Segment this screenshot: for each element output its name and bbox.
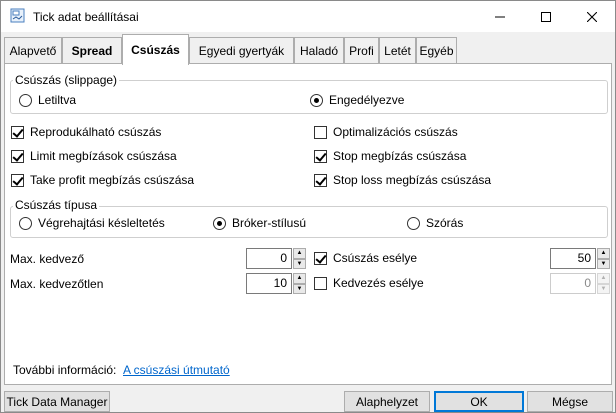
checkbox-slippage-chance-label: Csúszás esélye — [333, 251, 418, 265]
radio-disabled-label: Letiltva — [38, 93, 77, 107]
reset-button[interactable]: Alaphelyzet — [344, 391, 430, 412]
close-button[interactable] — [569, 1, 615, 32]
settings-app-icon — [10, 8, 26, 24]
spin-down-icon: ▼ — [597, 283, 610, 294]
max-unfavorable-input[interactable]: 10 — [246, 273, 292, 294]
ok-button[interactable]: OK — [434, 391, 524, 412]
radio-enabled-circle[interactable] — [310, 93, 323, 107]
settings-window: Tick adat beállításai Alapvető Spread Cs… — [0, 0, 616, 413]
tab-custom-candles[interactable]: Egyedi gyertyák — [189, 37, 294, 64]
spin-down-icon[interactable]: ▼ — [293, 283, 306, 294]
spin-down-icon[interactable]: ▼ — [597, 258, 610, 269]
radio-broker-style[interactable]: Bróker-stílusú — [213, 216, 306, 230]
radio-enabled[interactable]: Engedélyezve — [310, 93, 404, 107]
radio-execution-delay[interactable]: Végrehajtási késleltetés — [19, 216, 165, 230]
checkbox-optimization-box[interactable] — [314, 125, 327, 139]
tab-advanced[interactable]: Haladó — [294, 37, 344, 64]
checkbox-take-profit-label: Take profit megbízás csúszása — [30, 173, 195, 187]
checkbox-stop-order-label: Stop megbízás csúszása — [333, 149, 467, 163]
minimize-icon — [495, 12, 505, 22]
max-favorable-stepper[interactable]: 0 ▲ ▼ — [246, 248, 306, 269]
checkbox-optimization[interactable]: Optimalizációs csúszás — [314, 125, 458, 139]
checkbox-reproducible-box[interactable] — [11, 125, 24, 139]
maximize-icon — [541, 11, 551, 22]
slippage-chance-input[interactable]: 50 — [550, 248, 596, 269]
max-favorable-label: Max. kedvező — [10, 252, 85, 266]
slippage-group-title: Csúszás (slippage) — [13, 73, 120, 87]
max-unfavorable-arrows[interactable]: ▲ ▼ — [293, 273, 306, 294]
more-info-label: További információ: — [13, 363, 117, 377]
checkbox-limit-orders-label: Limit megbízások csúszása — [30, 149, 177, 163]
minimize-button[interactable] — [477, 1, 523, 32]
tab-spread[interactable]: Spread — [62, 37, 122, 64]
spin-up-icon[interactable]: ▲ — [597, 248, 610, 259]
spin-up-icon: ▲ — [597, 273, 610, 284]
max-unfavorable-stepper[interactable]: 10 ▲ ▼ — [246, 273, 306, 294]
tab-basic[interactable]: Alapvető — [4, 37, 62, 64]
checkbox-slippage-chance[interactable]: Csúszás esélye — [314, 251, 417, 265]
radio-disabled-circle[interactable] — [19, 93, 32, 107]
checkbox-limit-orders-box[interactable] — [11, 149, 24, 163]
checkbox-limit-orders[interactable]: Limit megbízások csúszása — [11, 149, 177, 163]
title-bar: Tick adat beállításai — [1, 1, 615, 32]
tab-other[interactable]: Egyéb — [416, 37, 457, 64]
radio-deviation[interactable]: Szórás — [407, 216, 463, 230]
radio-broker-style-label: Bróker-stílusú — [232, 216, 307, 230]
tab-slippage[interactable]: Csúszás — [122, 34, 189, 65]
checkbox-favorable-chance[interactable]: Kedvezés esélye — [314, 276, 424, 290]
radio-execution-delay-circle[interactable] — [19, 216, 32, 230]
radio-execution-delay-label: Végrehajtási késleltetés — [38, 216, 165, 230]
checkbox-stop-order[interactable]: Stop megbízás csúszása — [314, 149, 466, 163]
favorable-chance-arrows: ▲ ▼ — [597, 273, 610, 294]
slippage-panel: Csúszás (slippage) Letiltva Engedélyezve… — [4, 63, 612, 385]
checkbox-take-profit[interactable]: Take profit megbízás csúszása — [11, 173, 194, 187]
window-title: Tick adat beállításai — [33, 10, 139, 24]
spin-up-icon[interactable]: ▲ — [293, 248, 306, 259]
tick-data-manager-button[interactable]: Tick Data Manager — [4, 391, 110, 412]
checkbox-take-profit-box[interactable] — [11, 173, 24, 187]
checkbox-optimization-label: Optimalizációs csúszás — [333, 125, 458, 139]
radio-enabled-label: Engedélyezve — [329, 93, 405, 107]
max-favorable-input[interactable]: 0 — [246, 248, 292, 269]
slippage-chance-stepper[interactable]: 50 ▲ ▼ — [550, 248, 610, 269]
maximize-button[interactable] — [523, 1, 569, 32]
favorable-chance-stepper: 0 ▲ ▼ — [550, 273, 610, 294]
checkbox-stop-loss[interactable]: Stop loss megbízás csúszása — [314, 173, 491, 187]
spin-up-icon[interactable]: ▲ — [293, 273, 306, 284]
checkbox-favorable-chance-box[interactable] — [314, 276, 327, 290]
radio-broker-style-circle[interactable] — [213, 216, 226, 230]
tab-strip: Alapvető Spread Csúszás Egyedi gyertyák … — [4, 34, 612, 65]
slippage-chance-arrows[interactable]: ▲ ▼ — [597, 248, 610, 269]
checkbox-stop-order-box[interactable] — [314, 149, 327, 163]
slippage-type-group-title: Csúszás típusa — [13, 198, 100, 212]
radio-disabled[interactable]: Letiltva — [19, 93, 76, 107]
checkbox-reproducible-label: Reprodukálható csúszás — [30, 125, 162, 139]
checkbox-stop-loss-box[interactable] — [314, 173, 327, 187]
checkbox-slippage-chance-box[interactable] — [314, 251, 327, 265]
slippage-guide-link[interactable]: A csúszási útmutató — [123, 363, 230, 377]
radio-deviation-label: Szórás — [426, 216, 464, 230]
checkbox-reproducible[interactable]: Reprodukálható csúszás — [11, 125, 161, 139]
max-favorable-arrows[interactable]: ▲ ▼ — [293, 248, 306, 269]
checkbox-stop-loss-label: Stop loss megbízás csúszása — [333, 173, 492, 187]
close-icon — [587, 11, 597, 22]
tab-margin[interactable]: Letét — [379, 37, 416, 64]
tab-pro[interactable]: Profi — [344, 37, 379, 64]
cancel-button[interactable]: Mégse — [527, 391, 613, 412]
max-unfavorable-label: Max. kedvezőtlen — [10, 277, 104, 291]
radio-deviation-circle[interactable] — [407, 216, 420, 230]
favorable-chance-input: 0 — [550, 273, 596, 294]
checkbox-favorable-chance-label: Kedvezés esélye — [333, 276, 424, 290]
spin-down-icon[interactable]: ▼ — [293, 258, 306, 269]
